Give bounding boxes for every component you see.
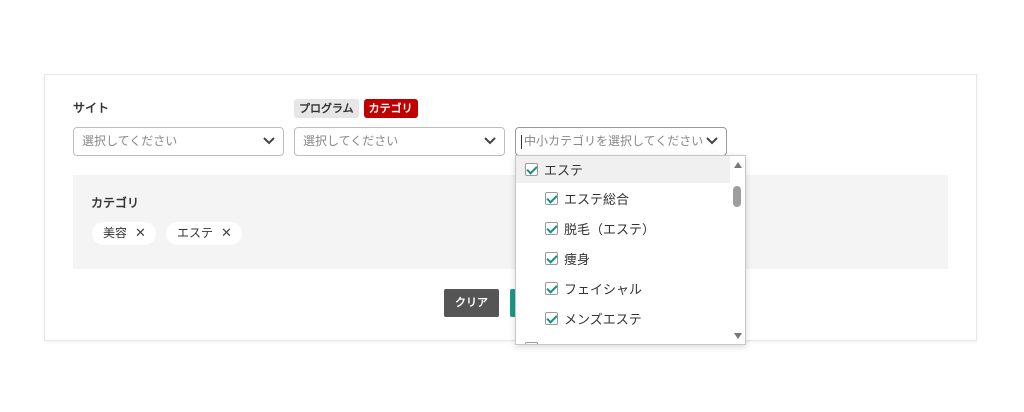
checkbox-checked-icon[interactable] bbox=[545, 281, 558, 295]
category-option-list: エステ エステ総合 脱毛（エステ） 痩身 フェイシャル メンズエステ bbox=[516, 156, 732, 344]
checkbox-checked-icon[interactable] bbox=[545, 311, 558, 325]
close-icon[interactable]: ✕ bbox=[221, 222, 232, 245]
program-select[interactable]: 選択してください bbox=[294, 127, 505, 156]
dropdown-scrollbar[interactable] bbox=[730, 156, 745, 344]
option-partially-hidden[interactable] bbox=[516, 333, 732, 344]
selected-categories-title: カテゴリ bbox=[91, 196, 140, 210]
checkbox-checked-icon[interactable] bbox=[545, 251, 558, 265]
chip-label: 美容 bbox=[103, 226, 128, 240]
option-hair-removal[interactable]: 脱毛（エステ） bbox=[516, 213, 732, 243]
clear-button[interactable]: クリア bbox=[444, 289, 499, 317]
site-label: サイト bbox=[73, 101, 110, 115]
option-slimming[interactable]: 痩身 bbox=[516, 243, 732, 273]
option-label: エステ bbox=[544, 164, 584, 179]
checkbox-checked-icon[interactable] bbox=[545, 191, 558, 205]
category-dropdown: エステ エステ総合 脱毛（エステ） 痩身 フェイシャル メンズエステ bbox=[515, 155, 746, 345]
tab-program[interactable]: プログラム bbox=[294, 99, 359, 118]
scroll-down-arrow-icon[interactable] bbox=[734, 333, 742, 339]
filter-tabs: プログラム カテゴリ bbox=[294, 99, 418, 118]
option-label: フェイシャル bbox=[564, 282, 643, 298]
checkbox-checked-icon[interactable] bbox=[545, 221, 558, 235]
close-icon[interactable]: ✕ bbox=[135, 222, 146, 245]
chip-esthe: エステ ✕ bbox=[166, 222, 242, 245]
tab-category[interactable]: カテゴリ bbox=[363, 99, 418, 118]
option-mens-esthe[interactable]: メンズエステ bbox=[516, 303, 732, 333]
option-label: メンズエステ bbox=[564, 312, 642, 328]
option-label: エステ総合 bbox=[564, 192, 630, 208]
scroll-up-arrow-icon[interactable] bbox=[734, 162, 742, 168]
option-facial[interactable]: フェイシャル bbox=[516, 273, 732, 303]
option-label: 痩身 bbox=[564, 252, 591, 268]
chevron-down-icon bbox=[484, 137, 496, 145]
checkbox-unchecked-icon[interactable] bbox=[525, 341, 538, 344]
chip-label: エステ bbox=[177, 226, 214, 240]
program-select-placeholder: 選択してください bbox=[303, 134, 399, 148]
chevron-down-icon bbox=[263, 137, 275, 145]
option-esthe-general[interactable]: エステ総合 bbox=[516, 183, 732, 213]
text-cursor bbox=[521, 135, 522, 149]
category-select[interactable]: 中小カテゴリを選択してください bbox=[515, 127, 727, 156]
scroll-thumb[interactable] bbox=[733, 186, 741, 207]
chip-beauty: 美容 ✕ bbox=[92, 222, 156, 245]
chevron-down-icon bbox=[706, 137, 718, 145]
option-label: 脱毛（エステ） bbox=[564, 222, 656, 238]
checkbox-checked-icon[interactable] bbox=[525, 163, 538, 176]
site-select-placeholder: 選択してください bbox=[82, 134, 178, 148]
option-esthe[interactable]: エステ bbox=[516, 156, 732, 183]
category-select-placeholder: 中小カテゴリを選択してください bbox=[524, 134, 704, 148]
site-select[interactable]: 選択してください bbox=[73, 127, 284, 156]
